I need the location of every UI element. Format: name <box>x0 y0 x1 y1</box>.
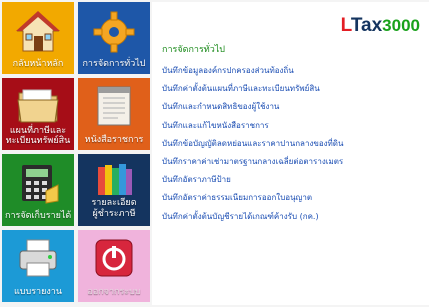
tile-taxpayer-details-label-line2: ผู้ชำระภาษี <box>92 209 136 219</box>
tile-taxpayer-details[interactable]: รายละเอียด ผู้ชำระภาษี <box>78 154 150 226</box>
document-icon <box>94 85 134 130</box>
tile-revenue-collection[interactable]: การจัดเก็บรายได้ <box>2 154 74 226</box>
gear-icon <box>91 9 137 58</box>
logo-part-tax: Tax <box>350 15 383 36</box>
tile-tax-map[interactable]: แผนที่ภาษีและ ทะเบียนทรัพย์สิน <box>2 78 74 150</box>
menu-item-signboard-tax[interactable]: บันทึกอัตราภาษีป้าย <box>162 171 343 189</box>
menu-item-license-fees[interactable]: บันทึกอัตราค่าธรรมเนียมการออกใบอนุญาต <box>162 189 343 207</box>
books-icon <box>92 161 136 202</box>
power-icon <box>93 237 135 282</box>
tile-taxpayer-details-label-line1: รายละเอียด <box>91 198 137 208</box>
printer-icon <box>15 237 61 282</box>
tile-tax-map-label-line1: แผนที่ภาษีและ <box>9 126 67 136</box>
tile-taxpayer-details-label: รายละเอียด ผู้ชำระภาษี <box>81 198 147 220</box>
tile-logout[interactable]: ออกจากระบบ <box>78 230 150 302</box>
tile-tax-map-label: แผนที่ภาษีและ ทะเบียนทรัพย์สิน <box>5 126 71 146</box>
menu-item-tax-map-defaults[interactable]: บันทึกค่าตั้งต้นแผนที่ภาษีและทะเบียนทรัพ… <box>162 80 343 98</box>
tile-general-management-label: การจัดการทั่วไป <box>82 59 146 69</box>
tile-revenue-collection-label: การจัดเก็บรายได้ <box>5 211 72 221</box>
tile-general-management[interactable]: การจัดการทั่วไป <box>78 2 150 74</box>
tile-logout-label: ออกจากระบบ <box>87 287 141 297</box>
menu-item-user-permissions[interactable]: บันทึกและกำหนดสิทธิของผู้ใช้งาน <box>162 98 343 116</box>
section-title: การจัดการทั่วไป <box>162 45 226 55</box>
tile-reports[interactable]: แบบรายงาน <box>2 230 74 302</box>
folder-icon <box>15 85 61 128</box>
house-icon <box>15 9 61 58</box>
tile-reports-label: แบบรายงาน <box>14 287 62 297</box>
general-menu: บันทึกข้อมูลองค์กรปกครองส่วนท้องถิ่น บัน… <box>162 62 343 226</box>
tile-home-label: กลับหน้าหลัก <box>12 59 64 69</box>
menu-item-land-price-rules[interactable]: บันทึกข้อบัญญัติลดหย่อนและราคาปานกลางของ… <box>162 135 343 153</box>
logo-part-l: L <box>340 15 351 36</box>
calculator-icon <box>16 161 60 208</box>
tile-tax-map-label-line2: ทะเบียนทรัพย์สิน <box>5 136 71 146</box>
app-logo: LTax3000 <box>341 15 420 37</box>
content-panel: LTax3000 การจัดการทั่วไป บันทึกข้อมูลองค… <box>152 2 429 305</box>
menu-item-local-org[interactable]: บันทึกข้อมูลองค์กรปกครองส่วนท้องถิ่น <box>162 62 343 80</box>
menu-item-rent-rates[interactable]: บันทึกราคาค่าเช่ามาตรฐานกลางเฉลี่ยต่อตาร… <box>162 153 343 171</box>
logo-part-3000: 3000 <box>382 16 420 35</box>
tile-home[interactable]: กลับหน้าหลัก <box>2 2 74 74</box>
menu-item-edit-documents[interactable]: บันทึกและแก้ไขหนังสือราชการ <box>162 117 343 135</box>
tile-official-documents-label: หนังสือราชการ <box>84 135 144 145</box>
menu-item-receivable-accounts[interactable]: บันทึกค่าตั้งต้นบัญชีรายได้เกณฑ์ค้างรับ … <box>162 208 343 226</box>
tile-official-documents[interactable]: หนังสือราชการ <box>78 78 150 150</box>
